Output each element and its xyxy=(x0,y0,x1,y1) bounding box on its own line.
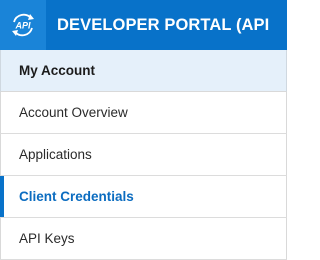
sidebar-item-applications[interactable]: Applications xyxy=(0,134,287,176)
logo-text: API xyxy=(14,21,31,31)
api-logo[interactable]: API xyxy=(0,0,46,50)
page-title: DEVELOPER PORTAL (API xyxy=(57,16,270,34)
sidebar-item-client-credentials[interactable]: Client Credentials xyxy=(0,176,287,218)
section-my-account: My Account xyxy=(0,50,287,92)
sidebar-nav: My Account Account Overview Applications… xyxy=(0,50,287,260)
api-sync-icon: API xyxy=(12,13,34,37)
sidebar-item-api-keys[interactable]: API Keys xyxy=(0,218,287,260)
app-header: API DEVELOPER PORTAL (API xyxy=(0,0,287,50)
sidebar-item-account-overview[interactable]: Account Overview xyxy=(0,92,287,134)
